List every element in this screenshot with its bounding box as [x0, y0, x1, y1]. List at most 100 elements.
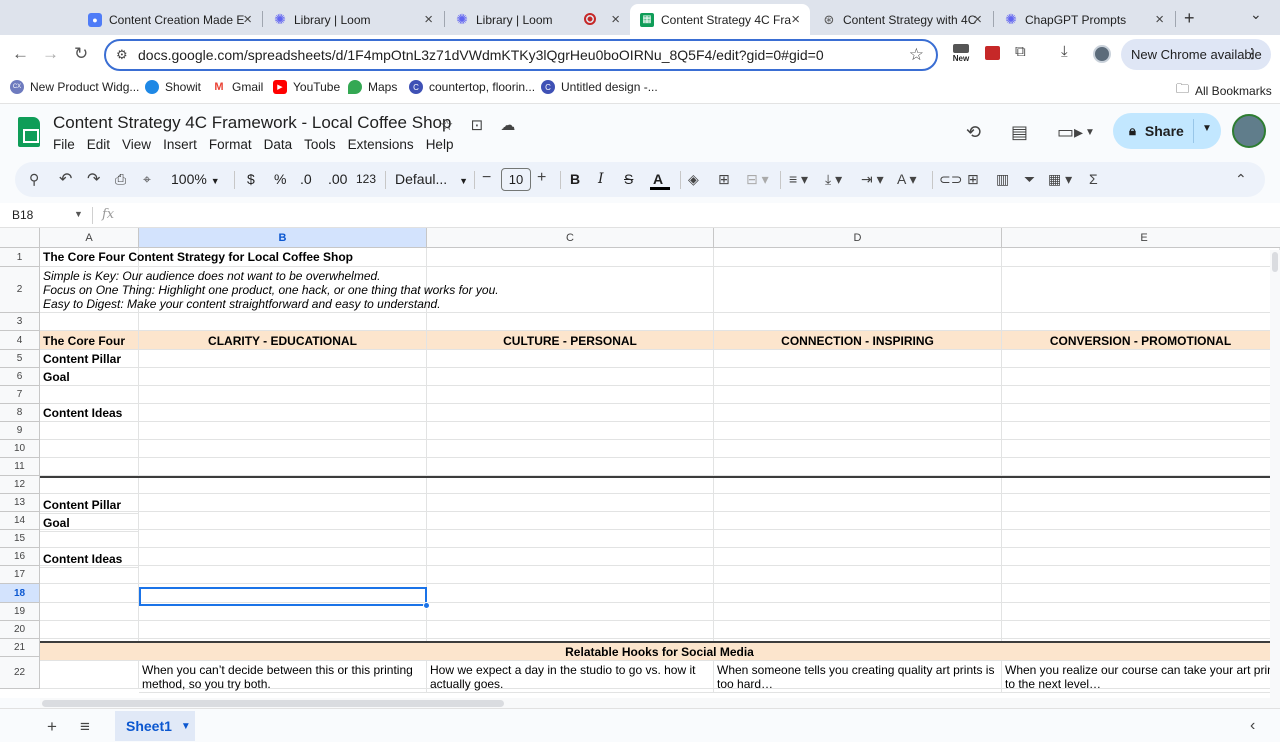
- cell-a6[interactable]: Goal: [40, 368, 139, 386]
- cell-a21-merged[interactable]: Relatable Hooks for Social Media: [40, 643, 1280, 661]
- row-header[interactable]: 18: [0, 584, 40, 603]
- grid-cell[interactable]: [714, 548, 1002, 566]
- grid-cell[interactable]: [40, 386, 139, 404]
- reload-icon[interactable]: ↻: [74, 44, 88, 64]
- grid-cell[interactable]: [427, 350, 714, 368]
- grid-cell[interactable]: [40, 603, 139, 621]
- grid-cell[interactable]: [714, 404, 1002, 422]
- row-header[interactable]: 13: [0, 494, 40, 512]
- column-header-d[interactable]: D: [714, 228, 1002, 248]
- bookmark-item[interactable]: C Untitled design -...: [541, 80, 658, 94]
- grid-cell[interactable]: [139, 512, 427, 530]
- grid-cell[interactable]: [139, 548, 427, 566]
- cell-a14[interactable]: Goal: [40, 514, 139, 532]
- grid-cell[interactable]: [1002, 603, 1280, 621]
- grid-cell[interactable]: [40, 458, 139, 476]
- row-header[interactable]: 14: [0, 512, 40, 530]
- row-header[interactable]: 20: [0, 621, 40, 639]
- menu-format[interactable]: Format: [209, 137, 252, 152]
- close-tab-icon[interactable]: ×: [791, 11, 800, 28]
- explore-collapse-icon[interactable]: ‹: [1250, 717, 1255, 735]
- grid-cell[interactable]: [1002, 350, 1280, 368]
- grid-cell[interactable]: [1002, 404, 1280, 422]
- strikethrough-icon[interactable]: S: [624, 171, 633, 187]
- grid-cell[interactable]: [139, 566, 427, 584]
- meet-camera-icon[interactable]: ▭▸: [1057, 122, 1083, 143]
- site-settings-icon[interactable]: ⚙: [116, 47, 134, 63]
- back-arrow-icon[interactable]: ←: [12, 44, 29, 64]
- insert-comment-icon[interactable]: ⊞: [967, 171, 979, 188]
- grid-cell[interactable]: [1002, 313, 1280, 331]
- cell-a13[interactable]: Content Pillar: [40, 496, 139, 514]
- grid-cell[interactable]: [714, 248, 1002, 267]
- grid-cell[interactable]: [427, 313, 714, 331]
- number-format-button[interactable]: 123: [356, 172, 376, 186]
- grid-cell[interactable]: [714, 350, 1002, 368]
- row-header[interactable]: 21: [0, 639, 40, 657]
- row-header[interactable]: 11: [0, 458, 40, 476]
- grid-cell[interactable]: [427, 440, 714, 458]
- zoom-select[interactable]: 100% ▼: [171, 171, 220, 187]
- grid-cell[interactable]: [714, 368, 1002, 386]
- bold-icon[interactable]: B: [570, 171, 580, 187]
- grid-cell[interactable]: [1002, 458, 1280, 476]
- row-header[interactable]: 1: [0, 248, 40, 267]
- cell-a16[interactable]: Content Ideas: [40, 550, 139, 568]
- extensions-puzzle-icon[interactable]: ⧉: [1015, 43, 1026, 60]
- grid-cell[interactable]: [427, 548, 714, 566]
- grid-cell[interactable]: [139, 404, 427, 422]
- forward-arrow-icon[interactable]: →: [42, 44, 59, 64]
- close-tab-icon[interactable]: ×: [973, 11, 982, 28]
- close-tab-icon[interactable]: ×: [424, 11, 433, 28]
- functions-sigma-icon[interactable]: Σ: [1089, 171, 1098, 187]
- close-tab-icon[interactable]: ×: [1155, 11, 1164, 28]
- cell-e22[interactable]: When you realize our course can take you…: [1002, 661, 1280, 693]
- redo-icon[interactable]: ↷: [87, 169, 100, 189]
- column-header-a[interactable]: A: [40, 228, 139, 248]
- account-avatar[interactable]: [1232, 114, 1266, 148]
- row-header[interactable]: 9: [0, 422, 40, 440]
- grid-cell[interactable]: [139, 494, 427, 512]
- fill-color-icon[interactable]: ◈: [688, 171, 699, 188]
- vertical-align-icon[interactable]: ⤓ ▾: [825, 171, 842, 188]
- grid-cell[interactable]: [427, 386, 714, 404]
- text-rotation-icon[interactable]: A ▾: [897, 171, 916, 188]
- percent-format-button[interactable]: %: [274, 171, 286, 187]
- cell-b22[interactable]: When you can’t decide between this or th…: [139, 661, 427, 693]
- grid-cell[interactable]: [427, 603, 714, 621]
- text-color-icon[interactable]: A: [653, 171, 663, 187]
- grid-cell[interactable]: [1002, 476, 1280, 494]
- print-icon[interactable]: ⎙: [115, 171, 126, 188]
- grid-cell[interactable]: [139, 350, 427, 368]
- cell-a8[interactable]: Content Ideas: [40, 404, 139, 422]
- version-history-icon[interactable]: ⟲: [966, 122, 981, 143]
- currency-format-button[interactable]: $: [247, 171, 255, 187]
- download-icon[interactable]: ⤓: [1061, 43, 1068, 60]
- profile-avatar-small[interactable]: [1093, 45, 1111, 63]
- row-header[interactable]: 16: [0, 548, 40, 566]
- grid-cell[interactable]: [139, 530, 427, 548]
- filter-views-icon[interactable]: ▦ ▾: [1048, 171, 1072, 188]
- row-header[interactable]: 19: [0, 603, 40, 621]
- grid-cell[interactable]: [139, 476, 427, 494]
- grid-cell[interactable]: [40, 476, 139, 494]
- close-tab-icon[interactable]: ×: [243, 11, 252, 28]
- grid-cell[interactable]: [1002, 512, 1280, 530]
- row-header[interactable]: 4: [0, 331, 40, 350]
- grid-cell[interactable]: [139, 422, 427, 440]
- bookmark-item[interactable]: ▶ YouTube: [273, 80, 340, 94]
- cell-b4[interactable]: CLARITY - EDUCATIONAL: [139, 331, 427, 350]
- menu-edit[interactable]: Edit: [87, 137, 110, 152]
- cell-d4[interactable]: CONNECTION - INSPIRING: [714, 331, 1002, 350]
- chrome-update-button[interactable]: New Chrome available ⋮: [1121, 39, 1271, 70]
- insert-link-icon[interactable]: ⊂⊃: [939, 171, 962, 188]
- grid-cell[interactable]: [427, 494, 714, 512]
- grid-cell[interactable]: [427, 368, 714, 386]
- sheet-tab-sheet1[interactable]: Sheet1 ▼: [115, 711, 195, 741]
- sheets-logo-icon[interactable]: [18, 117, 40, 147]
- meet-dropdown-icon[interactable]: ▼: [1085, 127, 1095, 138]
- grid-cell[interactable]: [1002, 248, 1280, 267]
- cell-a5[interactable]: Content Pillar: [40, 350, 139, 368]
- grid-cell[interactable]: [714, 566, 1002, 584]
- font-family-select[interactable]: Defaul... ▼: [395, 171, 468, 187]
